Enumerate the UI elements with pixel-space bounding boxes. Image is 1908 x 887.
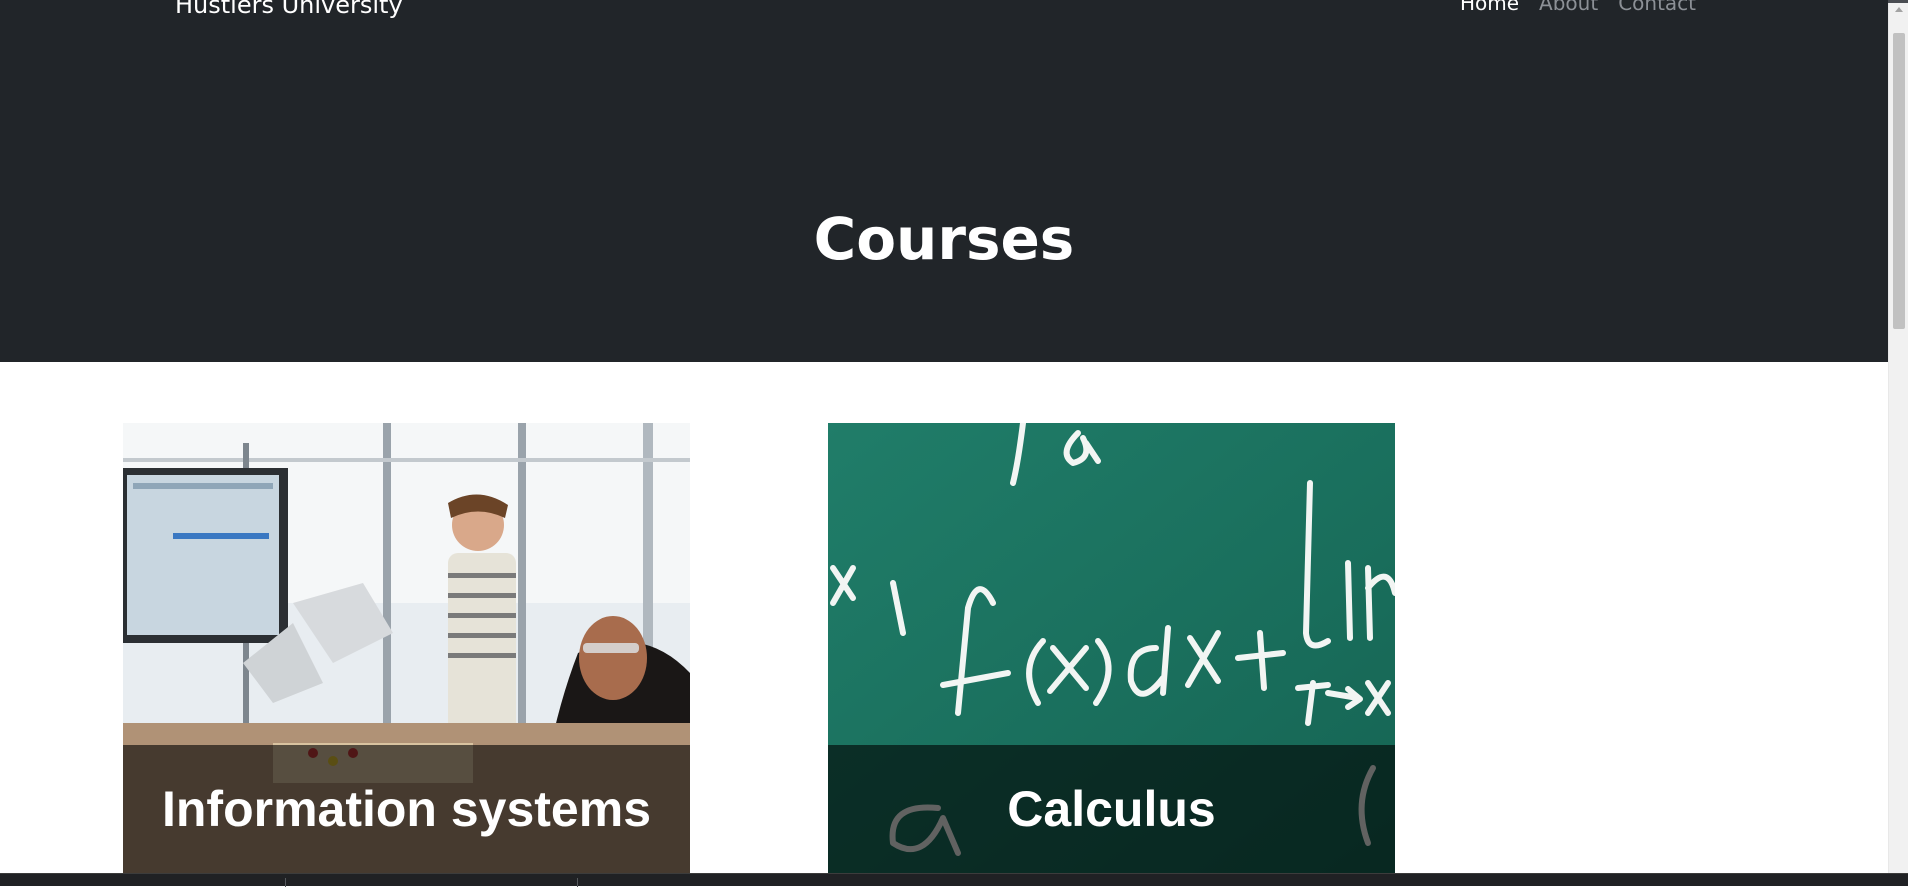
brand-link[interactable]: Hustlers University [175, 0, 403, 19]
nav-contact[interactable]: Contact [1618, 0, 1696, 15]
scroll-up-arrow-icon[interactable] [1895, 7, 1903, 12]
vertical-scrollbar[interactable] [1888, 3, 1908, 873]
page: Hustlers University Home About Contact C… [0, 0, 1888, 873]
browser-bottom-bar [0, 873, 1908, 887]
course-caption: Information systems [123, 745, 690, 873]
main-nav: Home About Contact [1460, 0, 1696, 15]
course-card-calculus[interactable]: Calculus [828, 423, 1395, 873]
nav-home[interactable]: Home [1460, 0, 1519, 15]
course-title-information-systems: Information systems [161, 781, 651, 837]
hero-header: Hustlers University Home About Contact C… [0, 0, 1888, 362]
page-title: Courses [813, 204, 1075, 273]
course-caption: Calculus [828, 745, 1395, 873]
course-title-calculus: Calculus [1007, 781, 1216, 837]
nav-about[interactable]: About [1539, 0, 1598, 15]
scrollbar-thumb[interactable] [1893, 33, 1905, 329]
course-card-information-systems[interactable]: Information systems [123, 423, 690, 873]
